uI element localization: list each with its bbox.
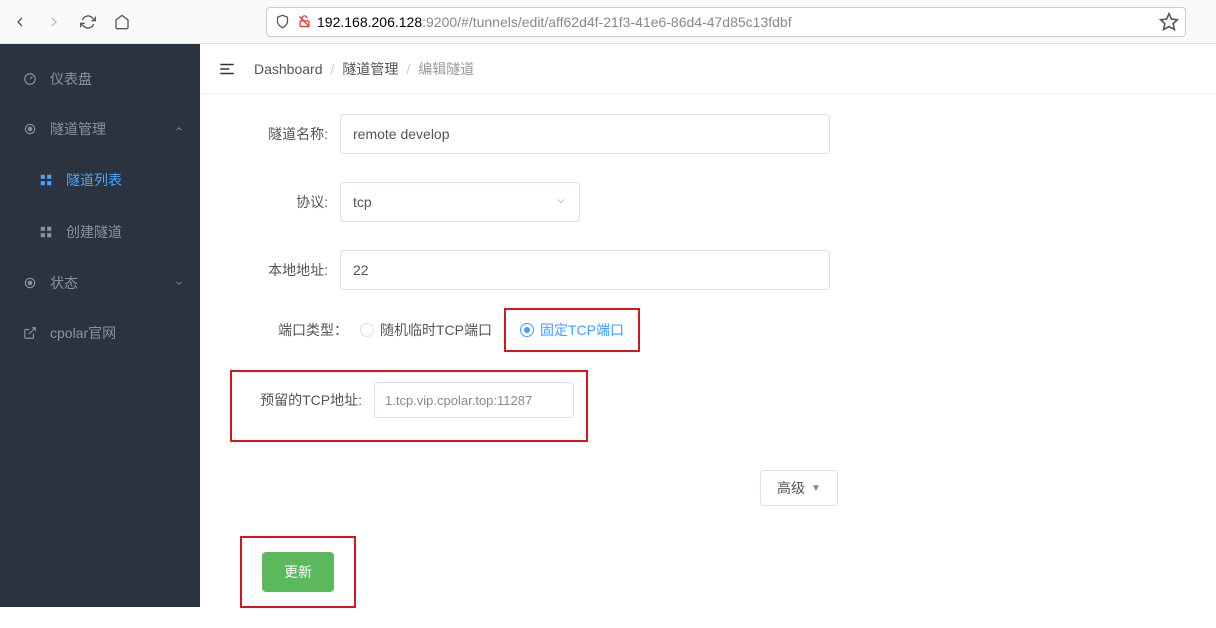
shield-icon: [273, 13, 291, 31]
menu-toggle-icon[interactable]: [218, 60, 236, 78]
update-button[interactable]: 更新: [262, 552, 334, 592]
port-type-label: 端口类型：: [230, 320, 360, 340]
caret-down-icon: ▼: [811, 483, 821, 494]
port-type-random-radio[interactable]: 随机临时TCP端口: [360, 320, 492, 340]
target-icon: [22, 275, 38, 291]
sidebar-item-label: 隧道管理: [50, 119, 106, 139]
topbar: Dashboard / 隧道管理 / 编辑隧道: [200, 44, 1216, 94]
forward-button[interactable]: [44, 12, 64, 32]
sidebar-item-tunnel-mgmt[interactable]: 隧道管理: [0, 104, 200, 154]
sidebar-item-label: 隧道列表: [66, 170, 122, 190]
home-button[interactable]: [112, 12, 132, 32]
url-text: 192.168.206.128:9200/#/tunnels/edit/aff6…: [317, 14, 792, 30]
sidebar-item-label: 创建隧道: [66, 222, 122, 242]
grid-icon: [38, 172, 54, 188]
advanced-button[interactable]: 高级 ▼: [760, 470, 838, 506]
grid-icon: [38, 224, 54, 240]
chevron-up-icon: [174, 121, 184, 137]
sidebar-item-dashboard[interactable]: 仪表盘: [0, 54, 200, 104]
protocol-select[interactable]: tcp: [340, 182, 580, 222]
target-icon: [22, 121, 38, 137]
reserved-tcp-input[interactable]: [374, 382, 574, 418]
sidebar-item-label: 仪表盘: [50, 69, 92, 89]
local-addr-label: 本地地址:: [230, 260, 340, 280]
local-addr-input[interactable]: [340, 250, 830, 290]
sidebar: 仪表盘 隧道管理 隧道列表 创建隧道 状态 cpolar官网: [0, 44, 200, 607]
port-type-fixed-radio[interactable]: 固定TCP端口: [520, 320, 624, 340]
back-button[interactable]: [10, 12, 30, 32]
radio-icon: [360, 323, 374, 337]
radio-icon: [520, 323, 534, 337]
breadcrumb: Dashboard / 隧道管理 / 编辑隧道: [254, 59, 474, 79]
external-link-icon: [22, 325, 38, 341]
chevron-down-icon: [555, 194, 567, 210]
breadcrumb-item: 编辑隧道: [418, 59, 474, 79]
sidebar-item-label: cpolar官网: [50, 323, 116, 343]
sidebar-item-tunnel-list[interactable]: 隧道列表: [0, 154, 200, 206]
sidebar-item-create-tunnel[interactable]: 创建隧道: [0, 206, 200, 258]
lock-slash-icon: [295, 13, 313, 31]
reload-button[interactable]: [78, 12, 98, 32]
address-bar[interactable]: 192.168.206.128:9200/#/tunnels/edit/aff6…: [266, 7, 1186, 37]
sidebar-item-status[interactable]: 状态: [0, 258, 200, 308]
bookmark-star-icon[interactable]: [1159, 12, 1179, 32]
breadcrumb-item[interactable]: Dashboard: [254, 61, 323, 77]
chevron-down-icon: [174, 275, 184, 291]
reserved-tcp-label: 预留的TCP地址:: [234, 382, 374, 418]
tunnel-name-input[interactable]: [340, 114, 830, 154]
protocol-label: 协议:: [230, 192, 340, 212]
sidebar-item-cpolar-site[interactable]: cpolar官网: [0, 308, 200, 358]
breadcrumb-item[interactable]: 隧道管理: [342, 59, 398, 79]
tunnel-name-label: 隧道名称:: [230, 124, 340, 144]
dashboard-icon: [22, 71, 38, 87]
sidebar-item-label: 状态: [50, 273, 78, 293]
browser-toolbar: 192.168.206.128:9200/#/tunnels/edit/aff6…: [0, 0, 1216, 44]
